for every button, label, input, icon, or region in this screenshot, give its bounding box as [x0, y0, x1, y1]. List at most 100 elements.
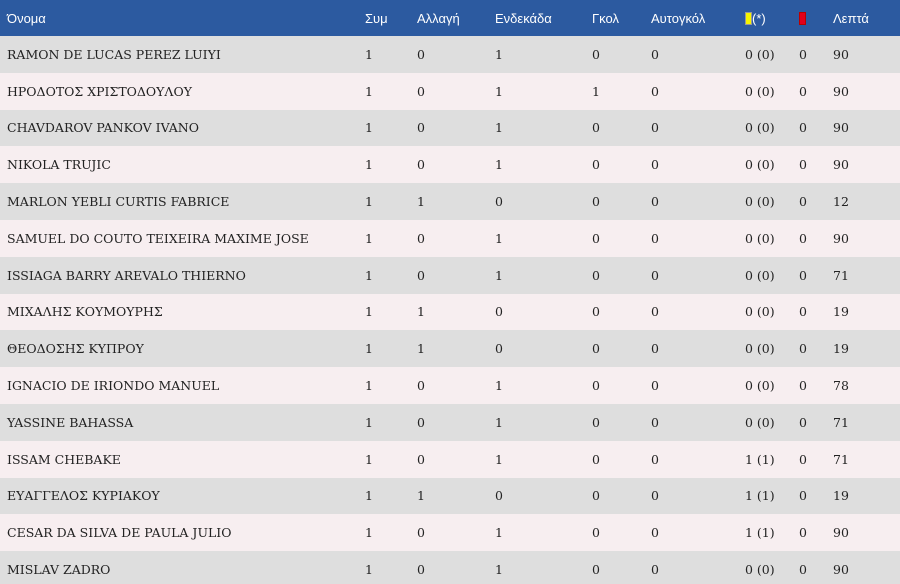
- goals-cell: 1: [592, 83, 600, 99]
- table-row[interactable]: YASSINE BAHASSA 1 0 1 0 0 0 (0) 0 71: [0, 403, 900, 441]
- apps-cell: 1: [365, 46, 373, 62]
- minutes-cell: 90: [833, 83, 849, 99]
- minutes-cell: 71: [833, 451, 849, 467]
- goals-cell: 0: [592, 414, 600, 430]
- starting-cell: 0: [495, 304, 503, 320]
- table-row[interactable]: IGNACIO DE IRIONDO MANUEL 1 0 1 0 0 0 (0) 0 78: [0, 367, 900, 404]
- player-name[interactable]: ISSAM CHEBAKE: [0, 441, 358, 478]
- column-header-own-goals[interactable]: Αυτογκόλ: [644, 0, 738, 36]
- own-goals-cell: 0: [651, 304, 659, 320]
- column-header-goals[interactable]: Γκολ: [585, 0, 644, 36]
- player-name[interactable]: CHAVDAROV PANKOV IVANO: [0, 110, 358, 147]
- red-cards-cell: 0: [799, 525, 807, 541]
- subs-cell: 0: [417, 378, 425, 394]
- player-name[interactable]: CESAR DA SILVA DE PAULA JULIO: [0, 514, 358, 551]
- apps-cell: 1: [365, 378, 373, 394]
- starting-cell: 1: [495, 46, 503, 62]
- minutes-cell: 90: [833, 46, 849, 62]
- goals-cell: 0: [592, 157, 600, 173]
- column-header-name[interactable]: Όνομα: [0, 0, 358, 36]
- column-header-subs[interactable]: Αλλαγή: [410, 0, 488, 36]
- subs-cell: 0: [417, 120, 425, 136]
- yellow-cards-cell: 0 (0): [745, 83, 775, 99]
- yellow-cards-cell: 1 (1): [745, 525, 775, 541]
- subs-cell: 0: [417, 414, 425, 430]
- player-name[interactable]: IGNACIO DE IRIONDO MANUEL: [0, 367, 358, 404]
- yellow-cards-cell: 0 (0): [745, 304, 775, 320]
- starting-cell: 1: [495, 562, 503, 578]
- yellow-card-suffix: (*): [752, 10, 766, 26]
- starting-cell: 1: [495, 120, 503, 136]
- red-cards-cell: 0: [799, 46, 807, 62]
- subs-cell: 0: [417, 267, 425, 283]
- goals-cell: 0: [592, 525, 600, 541]
- player-name[interactable]: ΗΡΟΔΟΤΟΣ ΧΡΙΣΤΟΔΟΥΛΟΥ: [0, 73, 358, 110]
- red-cards-cell: 0: [799, 83, 807, 99]
- column-header-apps[interactable]: Συμ: [358, 0, 410, 36]
- goals-cell: 0: [592, 267, 600, 283]
- table-row[interactable]: ΗΡΟΔΟΤΟΣ ΧΡΙΣΤΟΔΟΥΛΟΥ 1 0 1 1 0 0 (0) 0 90: [0, 72, 900, 110]
- minutes-cell: 19: [833, 341, 849, 357]
- player-name[interactable]: YASSINE BAHASSA: [0, 404, 358, 441]
- own-goals-cell: 0: [651, 194, 659, 210]
- table-row[interactable]: MARLON YEBLI CURTIS FABRICE 1 1 0 0 0 0 (0) 0 12: [0, 183, 900, 220]
- table-row[interactable]: CHAVDAROV PANKOV IVANO 1 0 1 0 0 0 (0) 0 90: [0, 109, 900, 147]
- red-cards-cell: 0: [799, 267, 807, 283]
- starting-cell: 1: [495, 378, 503, 394]
- subs-cell: 1: [417, 341, 425, 357]
- column-header-minutes[interactable]: Λεπτά: [826, 0, 900, 36]
- header-row: Όνομα Συμ Αλλαγή Ενδεκάδα Γκολ Αυτογκόλ …: [0, 0, 900, 36]
- red-cards-cell: 0: [799, 562, 807, 578]
- yellow-cards-cell: 0 (0): [745, 157, 775, 173]
- red-cards-cell: 0: [799, 157, 807, 173]
- own-goals-cell: 0: [651, 562, 659, 578]
- own-goals-cell: 0: [651, 83, 659, 99]
- red-cards-cell: 0: [799, 120, 807, 136]
- player-name[interactable]: ISSIAGA BARRY AREVALO THIERNO: [0, 257, 358, 294]
- apps-cell: 1: [365, 194, 373, 210]
- table-row[interactable]: RAMON DE LUCAS PEREZ LUIYI 1 0 1 0 0 0 (0) 0 90: [0, 36, 900, 73]
- minutes-cell: 90: [833, 562, 849, 578]
- player-name[interactable]: ΘΕΟΔΟΣΗΣ ΚΥΠΡΟΥ: [0, 330, 358, 367]
- player-name[interactable]: NIKOLA TRUJIC: [0, 146, 358, 183]
- table-row[interactable]: MISLAV ZADRO 1 0 1 0 0 0 (0) 0 90: [0, 551, 900, 584]
- column-header-starting[interactable]: Ενδεκάδα: [488, 0, 585, 36]
- player-name[interactable]: RAMON DE LUCAS PEREZ LUIYI: [0, 36, 358, 73]
- table-row[interactable]: ΘΕΟΔΟΣΗΣ ΚΥΠΡΟΥ 1 1 0 0 0 0 (0) 0 19: [0, 330, 900, 368]
- apps-cell: 1: [365, 525, 373, 541]
- table-row[interactable]: ISSAM CHEBAKE 1 0 1 0 0 1 (1) 0 71: [0, 440, 900, 478]
- player-name[interactable]: MISLAV ZADRO: [0, 551, 358, 584]
- table-row[interactable]: NIKOLA TRUJIC 1 0 1 0 0 0 (0) 0 90: [0, 146, 900, 184]
- own-goals-cell: 0: [651, 378, 659, 394]
- column-header-red-cards[interactable]: [792, 0, 826, 36]
- minutes-cell: 71: [833, 414, 849, 430]
- table-row[interactable]: ΕΥΑΓΓΕΛΟΣ ΚΥΡΙΑΚΟΥ 1 1 0 0 0 1 (1) 0 19: [0, 477, 900, 515]
- player-name[interactable]: ΜΙΧΑΛΗΣ ΚΟΥΜΟΥΡΗΣ: [0, 294, 358, 331]
- own-goals-cell: 0: [651, 341, 659, 357]
- table-header: Όνομα Συμ Αλλαγή Ενδεκάδα Γκολ Αυτογκόλ …: [0, 0, 900, 36]
- red-cards-cell: 0: [799, 488, 807, 504]
- yellow-cards-cell: 0 (0): [745, 562, 775, 578]
- yellow-cards-cell: 1 (1): [745, 451, 775, 467]
- minutes-cell: 90: [833, 157, 849, 173]
- table-row[interactable]: SAMUEL DO COUTO TEIXEIRA MAXIME JOSE 1 0 1 0…: [0, 219, 900, 257]
- own-goals-cell: 0: [651, 157, 659, 173]
- red-cards-cell: 0: [799, 194, 807, 210]
- goals-cell: 0: [592, 562, 600, 578]
- column-header-yellow-cards[interactable]: (*): [738, 0, 792, 36]
- goals-cell: 0: [592, 46, 600, 62]
- table-row[interactable]: ΜΙΧΑΛΗΣ ΚΟΥΜΟΥΡΗΣ 1 1 0 0 0 0 (0) 0 19: [0, 293, 900, 331]
- goals-cell: 0: [592, 304, 600, 320]
- player-name[interactable]: MARLON YEBLI CURTIS FABRICE: [0, 183, 358, 220]
- subs-cell: 0: [417, 451, 425, 467]
- own-goals-cell: 0: [651, 414, 659, 430]
- red-cards-cell: 0: [799, 451, 807, 467]
- goals-cell: 0: [592, 488, 600, 504]
- player-name[interactable]: SAMUEL DO COUTO TEIXEIRA MAXIME JOSE: [0, 220, 358, 257]
- starting-cell: 0: [495, 341, 503, 357]
- player-name[interactable]: ΕΥΑΓΓΕΛΟΣ ΚΥΡΙΑΚΟΥ: [0, 478, 358, 515]
- subs-cell: 0: [417, 46, 425, 62]
- table-row[interactable]: ISSIAGA BARRY AREVALO THIERNO 1 0 1 0 0 0 (0) 0…: [0, 256, 900, 294]
- player-stats-table: Όνομα Συμ Αλλαγή Ενδεκάδα Γκολ Αυτογκόλ …: [0, 0, 900, 584]
- table-row[interactable]: CESAR DA SILVA DE PAULA JULIO 1 0 1 0 0 1 (1) 0…: [0, 514, 900, 552]
